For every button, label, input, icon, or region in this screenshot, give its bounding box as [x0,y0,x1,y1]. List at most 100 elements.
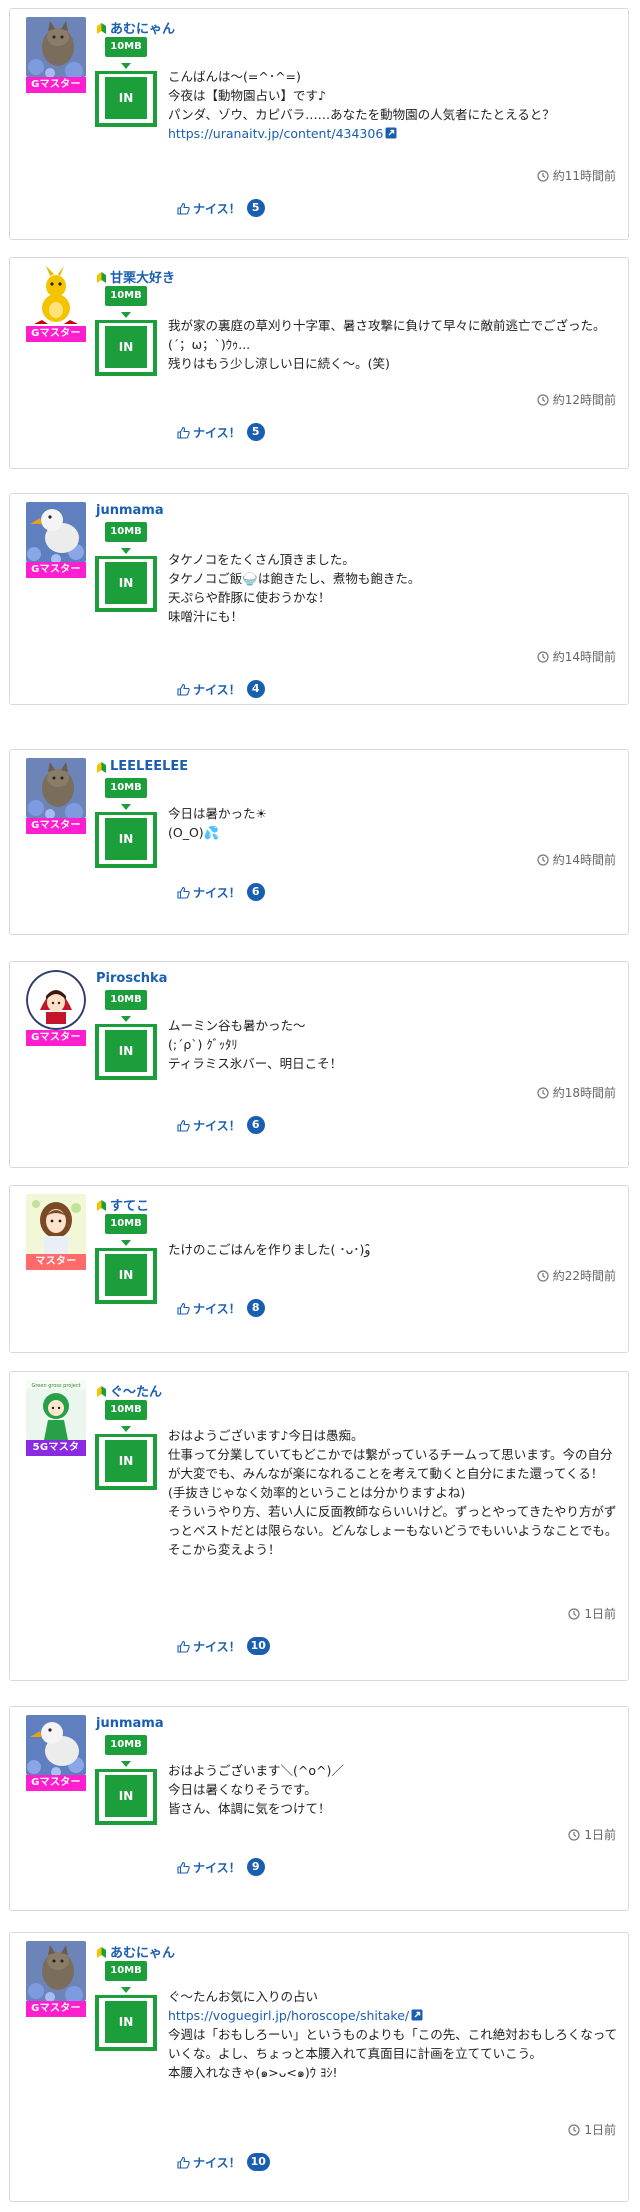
post-card: Gマスター junmama 10MB IN タケノコをたくさん頂きました。 タケノコご飯🍚… [9,493,629,705]
post-message: おはようございます♪今日は愚痴。 仕事って分業していてもどこかでは繋がっているチー… [168,1426,618,1559]
nice-count-badge: 9 [246,1858,265,1876]
message-line: おはようございます＼(^o^)／ [168,1763,344,1778]
nice-button[interactable]: ナイス！ 8 [177,1299,265,1317]
user-avatar[interactable] [26,1194,86,1254]
user-avatar[interactable] [26,502,86,562]
clock-icon [537,650,549,663]
beginner-leaf-icon [96,1384,107,1398]
nice-button[interactable]: ナイス！ 4 [177,680,265,698]
user-avatar[interactable] [26,970,86,1030]
down-arrow-icon [121,312,131,318]
nice-label: ナイス！ [193,1860,241,1875]
username-link[interactable]: 甘栗大好き [96,267,175,286]
down-arrow-icon [121,1426,131,1432]
nice-count-badge: 6 [246,883,265,901]
in-label: IN [105,2001,147,2043]
username-link[interactable]: あむにゃん [96,18,175,37]
nice-button[interactable]: ナイス！ 10 [177,2153,270,2171]
external-link-icon[interactable] [411,2007,423,2021]
nice-button[interactable]: ナイス！ 6 [177,883,265,901]
activity-feed: Gマスター あむにゃん 10MB IN こんばんは〜(=^･^=) 今夜は【動物園占い】で… [0,0,640,2212]
storage-size-badge: 10MB [105,990,147,1010]
down-arrow-icon [121,548,131,554]
rank-badge: Gマスター [26,2001,86,2017]
post-time: 1日前 [568,1826,616,1843]
rank-badge: Gマスター [26,1030,86,1046]
nice-button[interactable]: ナイス！ 10 [177,1637,270,1655]
message-line: (O_O)💦 [168,825,220,840]
time-text: 約14時間前 [552,853,616,867]
post-time: 約22時間前 [537,1267,616,1284]
username-link[interactable]: あむにゃん [96,1942,175,1961]
in-label: IN [105,1254,147,1296]
external-link[interactable]: https://voguegirl.jp/horoscope/shitake/ [168,2008,409,2023]
nice-button[interactable]: ナイス！ 9 [177,1858,265,1876]
nice-button[interactable]: ナイス！ 5 [177,199,265,217]
down-arrow-icon [121,1016,131,1022]
username-link[interactable]: Piroschka [96,971,167,986]
rank-badge: Gマスター [26,77,86,93]
external-link[interactable]: https://uranaitv.jp/content/434306 [168,126,383,141]
in-label: IN [105,1030,147,1072]
post-time: 約14時間前 [537,851,616,868]
message-line: ぐ〜たんお気に入りの占い [168,1989,319,2004]
message-line: 今日は暑かった☀ [168,806,267,821]
username-link[interactable]: ぐ〜たん [96,1381,162,1400]
in-box-icon: IN [95,320,157,376]
thumbs-up-icon [177,1861,190,1874]
storage-size-badge: 10MB [105,778,147,798]
user-avatar[interactable] [26,1715,86,1775]
thumbs-up-icon [177,1302,190,1315]
nice-button[interactable]: ナイス！ 6 [177,1116,265,1134]
message-line: 残りはもう少し涼しい日に続く〜。(笑) [168,356,390,371]
nice-count-badge: 8 [246,1299,265,1317]
user-avatar[interactable]: Green gross project [26,1380,86,1440]
post-message: 今日は暑かった☀ (O_O)💦 [168,804,618,842]
rank-badge: Gマスター [26,1775,86,1791]
in-box-icon: IN [95,1769,157,1825]
down-arrow-icon [121,1240,131,1246]
username-text: あむにゃん [110,22,176,37]
user-avatar[interactable] [26,1941,86,2001]
in-label: IN [105,326,147,368]
clock-icon [568,1828,580,1841]
message-line: 味噌汁にも！ [168,609,244,624]
time-text: 約11時間前 [552,169,616,183]
nice-count-badge: 5 [246,423,265,441]
message-line: ティラミス氷バー、明日こそ！ [168,1056,343,1071]
username-link[interactable]: LEELEELEE [96,759,188,774]
in-label: IN [105,77,147,119]
in-box-icon: IN [95,556,157,612]
nice-label: ナイス！ [193,201,241,216]
nice-label: ナイス！ [193,425,241,440]
post-message: ムーミン谷も暑かった〜 (;´ρ`) ｸﾞｯﾀﾘ ティラミス氷バー、明日こそ！ [168,1016,618,1073]
username-link[interactable]: junmama [96,1716,164,1731]
nice-label: ナイス！ [193,682,241,697]
user-avatar[interactable] [26,758,86,818]
user-avatar[interactable] [26,17,86,77]
svg-text:Green gross project: Green gross project [31,1383,80,1389]
external-link-icon[interactable] [385,125,397,139]
thumbs-up-icon [177,202,190,215]
rank-badge: マスター [26,1254,86,1270]
message-line: 我が家の裏庭の草刈り十字軍、暑さ攻撃に負けて早々に敵前逃亡でござった。(´；ω；… [168,318,606,352]
post-message: こんばんは〜(=^･^=) 今夜は【動物園占い】です♪ パンダ、ゾウ、カピバラ……あ… [168,67,618,143]
down-arrow-icon [121,1761,131,1767]
storage-size-badge: 10MB [105,286,147,306]
user-avatar[interactable] [26,266,86,326]
nice-count-badge: 4 [246,680,265,698]
message-line: タケノコをたくさん頂きました。 [168,552,355,567]
username-text: あむにゃん [110,1946,176,1961]
username-text: ぐ〜たん [110,1385,163,1400]
post-message: おはようございます＼(^o^)／ 今日は暑くなりそうです。 皆さん、体調に気をつけて… [168,1761,618,1818]
message-line: おはようございます♪今日は愚痴。 [168,1428,364,1443]
down-arrow-icon [121,804,131,810]
post-card: Green gross project 5Gマスタ ぐ〜たん 10MB IN おはようござ… [9,1371,629,1681]
username-link[interactable]: すてこ [96,1195,149,1214]
rank-badge: Gマスター [26,818,86,834]
username-link[interactable]: junmama [96,503,164,518]
post-card: Gマスター あむにゃん 10MB IN こんばんは〜(=^･^=) 今夜は【動物園占い】で… [9,8,629,240]
in-box-icon: IN [95,71,157,127]
post-time: 約12時間前 [537,391,616,408]
nice-button[interactable]: ナイス！ 5 [177,423,265,441]
